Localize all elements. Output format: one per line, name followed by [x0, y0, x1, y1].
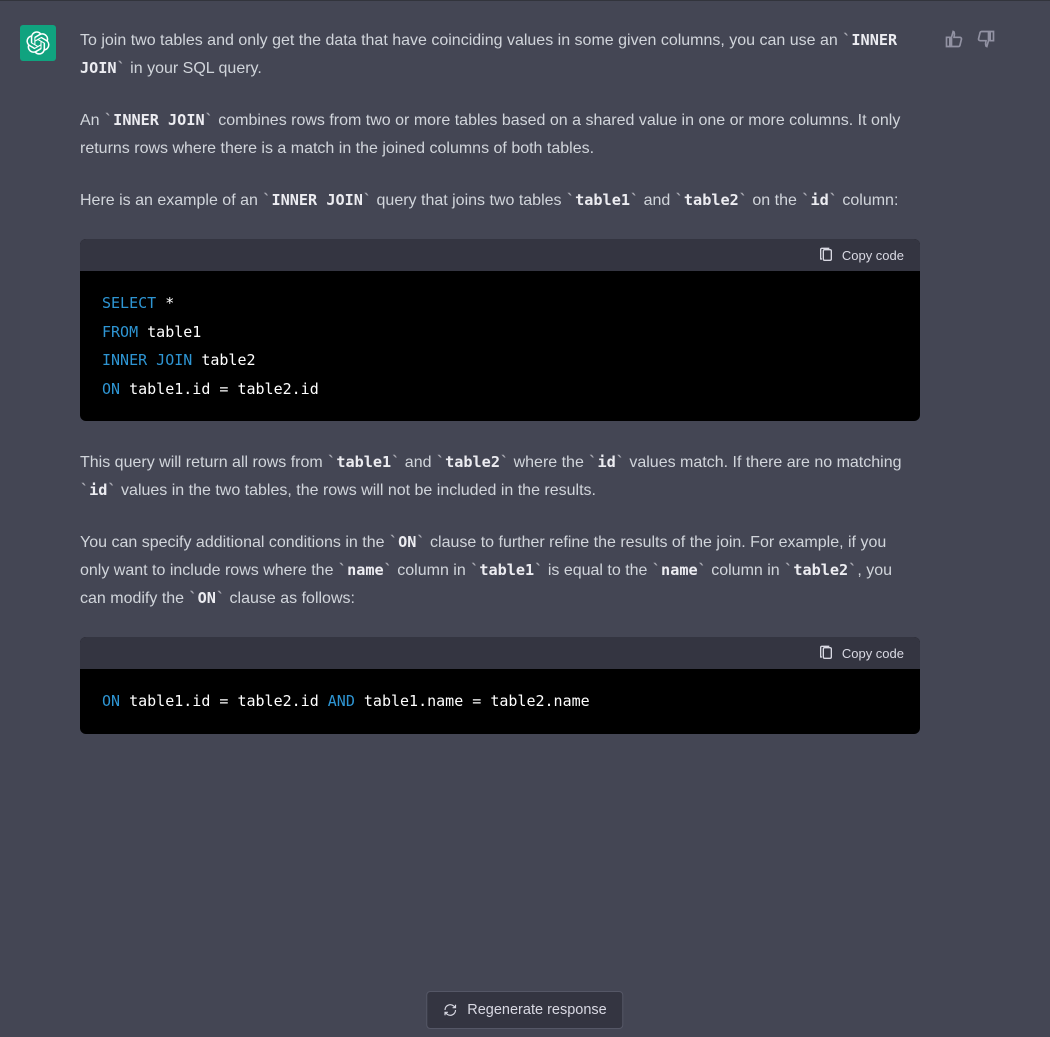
copy-code-button[interactable]: Copy code	[818, 645, 904, 661]
clipboard-icon	[818, 247, 834, 263]
paragraph-4: This query will return all rows from tab…	[80, 449, 920, 505]
token: table1.id	[120, 380, 219, 398]
text: column in	[393, 562, 470, 579]
inline-code: name	[652, 561, 707, 579]
text: This query will return all rows from	[80, 454, 327, 471]
token: table1.name	[355, 692, 472, 710]
text: An	[80, 112, 104, 129]
token: INNER	[102, 351, 147, 369]
token: ON	[102, 380, 120, 398]
text: values match. If there are no matching	[625, 454, 902, 471]
clipboard-icon	[818, 645, 834, 661]
inline-code: table1	[566, 191, 639, 209]
openai-logo-icon	[26, 31, 50, 55]
text: clause as follows:	[225, 590, 355, 607]
text: values in the two tables, the rows will …	[117, 482, 596, 499]
inline-code: id	[80, 481, 117, 499]
copy-label: Copy code	[842, 646, 904, 661]
feedback-buttons	[944, 25, 996, 762]
refresh-icon	[443, 1003, 457, 1017]
text: is equal to the	[543, 562, 652, 579]
token: FROM	[102, 323, 138, 341]
code-content[interactable]: ON table1.id = table2.id AND table1.name…	[80, 669, 920, 734]
inline-code: name	[338, 561, 393, 579]
token: table2	[192, 351, 255, 369]
text: where the	[509, 454, 588, 471]
assistant-avatar	[20, 25, 56, 61]
inline-code: table1	[327, 453, 400, 471]
text: Here is an example of an	[80, 192, 262, 209]
inline-code: table2	[784, 561, 857, 579]
inline-code: ON	[189, 589, 226, 607]
text: and	[639, 192, 675, 209]
token: table1	[138, 323, 201, 341]
text: and	[400, 454, 436, 471]
token: SELECT	[102, 294, 156, 312]
text: column in	[707, 562, 784, 579]
regenerate-label: Regenerate response	[467, 1002, 606, 1018]
inline-code: table2	[675, 191, 748, 209]
thumbs-up-icon	[944, 29, 964, 49]
inline-code: id	[588, 453, 625, 471]
code-content[interactable]: SELECT * FROM table1 INNER JOIN table2 O…	[80, 271, 920, 421]
paragraph-5: You can specify additional conditions in…	[80, 529, 920, 613]
code-block-2: Copy code ON table1.id = table2.id AND t…	[80, 637, 920, 734]
assistant-message: To join two tables and only get the data…	[0, 1, 1050, 802]
paragraph-2: An INNER JOIN combines rows from two or …	[80, 107, 920, 163]
text: in your SQL query.	[126, 60, 262, 77]
inline-code: INNER JOIN	[262, 191, 372, 209]
regenerate-response-button[interactable]: Regenerate response	[426, 991, 623, 1029]
token: =	[472, 692, 481, 710]
code-header: Copy code	[80, 637, 920, 669]
text: query that joins two tables	[372, 192, 566, 209]
thumbs-down-icon	[976, 29, 996, 49]
code-block-1: Copy code SELECT * FROM table1 INNER JOI…	[80, 239, 920, 421]
paragraph-3: Here is an example of an INNER JOIN quer…	[80, 187, 920, 215]
inline-code: ON	[389, 533, 426, 551]
token: table2.name	[481, 692, 589, 710]
text: on the	[748, 192, 801, 209]
text: column:	[838, 192, 898, 209]
copy-code-button[interactable]: Copy code	[818, 247, 904, 263]
token: *	[156, 294, 174, 312]
token: AND	[328, 692, 355, 710]
thumbs-down-button[interactable]	[976, 29, 996, 49]
inline-code: INNER JOIN	[104, 111, 214, 129]
copy-label: Copy code	[842, 248, 904, 263]
thumbs-up-button[interactable]	[944, 29, 964, 49]
token: table2.id	[228, 380, 318, 398]
text: To join two tables and only get the data…	[80, 32, 842, 49]
paragraph-1: To join two tables and only get the data…	[80, 27, 920, 83]
token: ON	[102, 692, 120, 710]
text: You can specify additional conditions in…	[80, 534, 389, 551]
inline-code: table1	[470, 561, 543, 579]
inline-code: id	[801, 191, 838, 209]
inline-code: table2	[436, 453, 509, 471]
token: table2.id	[228, 692, 327, 710]
token: JOIN	[147, 351, 192, 369]
token: table1.id	[120, 692, 219, 710]
message-content: To join two tables and only get the data…	[80, 25, 920, 762]
code-header: Copy code	[80, 239, 920, 271]
